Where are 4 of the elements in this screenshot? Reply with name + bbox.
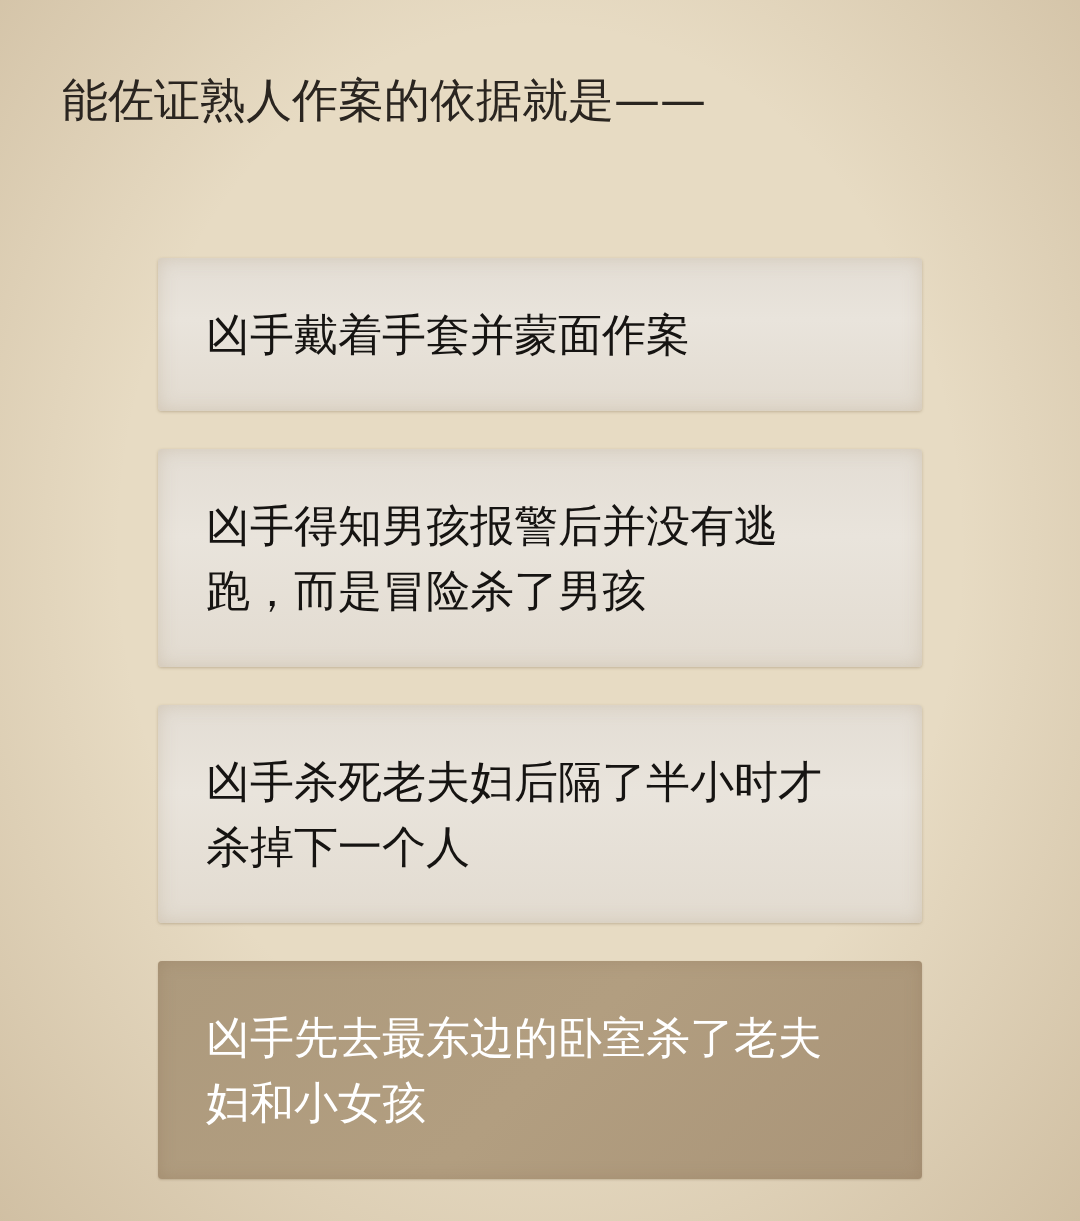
answer-option[interactable]: 凶手杀死老夫妇后隔了半小时才杀掉下一个人	[158, 705, 922, 923]
answer-option[interactable]: 凶手得知男孩报警后并没有逃跑，而是冒险杀了男孩	[158, 449, 922, 667]
question-text: 能佐证熟人作案的依据就是——	[62, 72, 706, 129]
answer-option[interactable]: 凶手戴着手套并蒙面作案	[158, 258, 922, 411]
